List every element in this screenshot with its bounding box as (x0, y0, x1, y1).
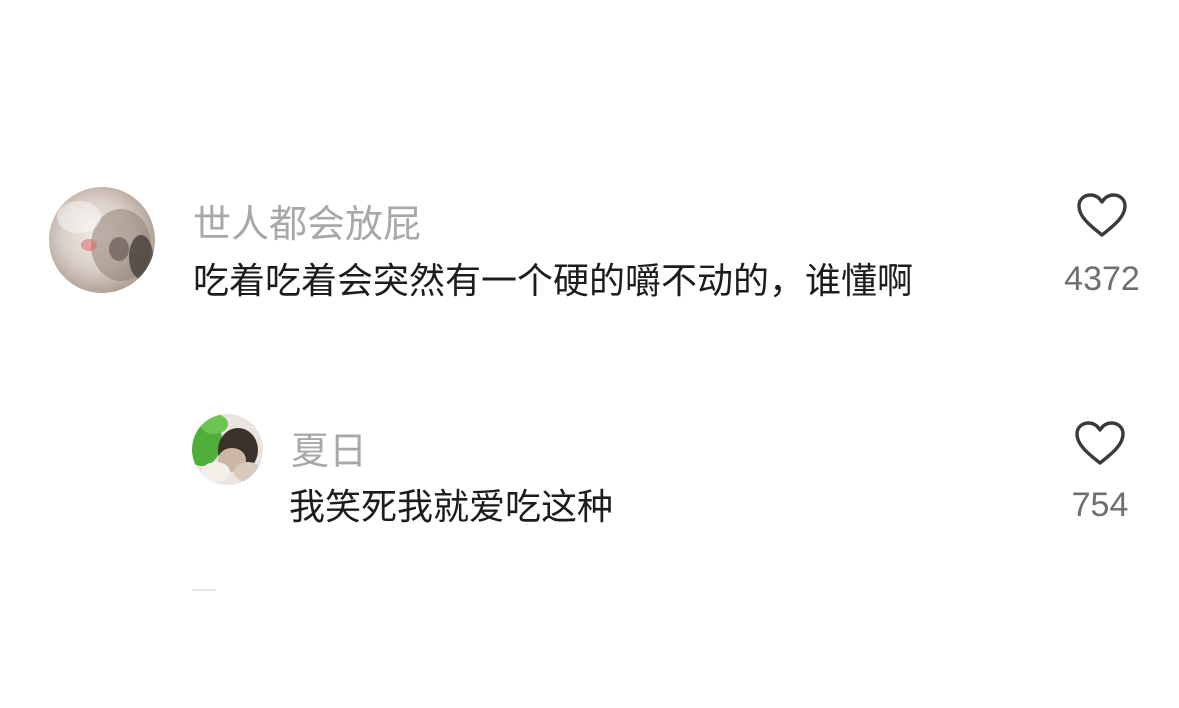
person-photo-avatar-icon (192, 414, 263, 485)
username[interactable]: 世人都会放屁 (193, 193, 421, 248)
like-button[interactable]: 754 (1050, 420, 1150, 525)
divider (192, 589, 216, 591)
like-count: 4372 (1064, 260, 1140, 298)
avatar[interactable] (49, 187, 155, 293)
cat-photo-avatar-icon (49, 187, 155, 293)
comment-text: 吃着吃着会突然有一个硬的嚼不动的，谁懂啊 (193, 261, 914, 302)
like-count: 754 (1071, 486, 1129, 524)
username[interactable]: 夏日 (291, 420, 367, 475)
reply-text: 我笑死我就爱吃这种 (289, 487, 614, 528)
like-button[interactable]: 4372 (1052, 192, 1152, 299)
heart-outline-icon (1077, 193, 1127, 237)
avatar[interactable] (192, 414, 263, 485)
heart-outline-icon (1075, 421, 1125, 465)
